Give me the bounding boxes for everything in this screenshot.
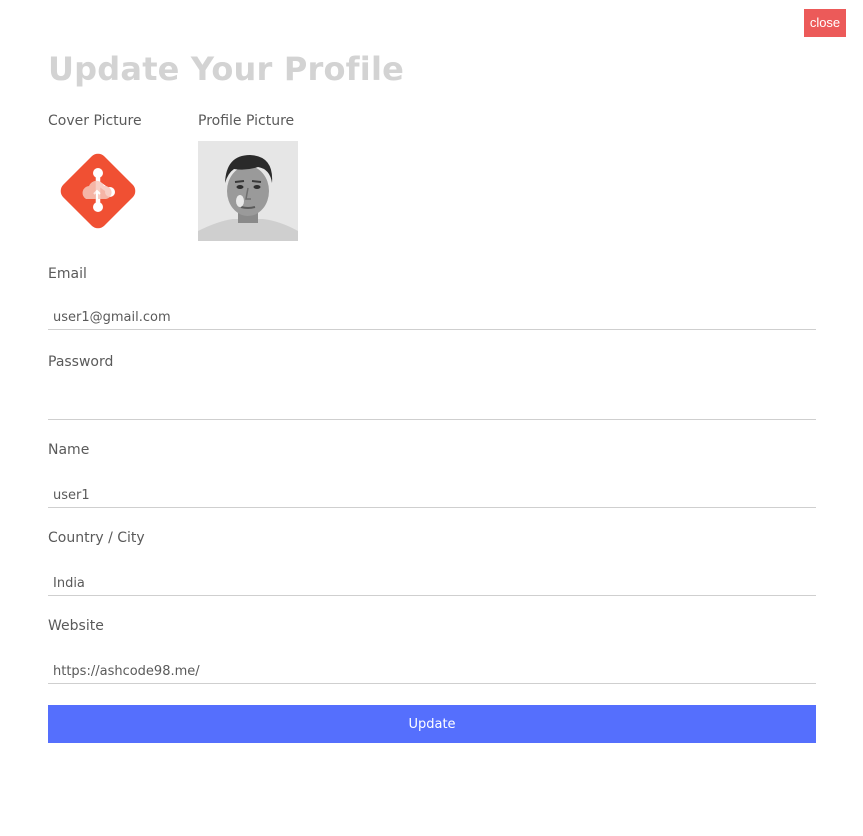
user-portrait-photo [198,141,298,241]
close-button[interactable]: close [804,9,846,37]
password-field[interactable] [48,396,816,420]
email-label: Email [48,266,87,282]
website-field[interactable] [48,660,816,684]
password-label: Password [48,354,114,370]
update-profile-page: close Update Your Profile Cover Picture … [0,0,863,836]
country-city-label: Country / City [48,530,145,546]
update-button[interactable]: Update [48,705,816,743]
profile-picture-label: Profile Picture [198,113,295,129]
cover-picture[interactable] [48,141,148,241]
git-logo-icon [60,153,136,229]
page-title: Update Your Profile [48,50,405,88]
cover-picture-label: Cover Picture [48,113,142,129]
profile-picture[interactable] [198,141,298,241]
name-label: Name [48,442,90,458]
name-field[interactable] [48,484,816,508]
email-field[interactable] [48,306,816,330]
website-label: Website [48,618,104,634]
country-city-field[interactable] [48,572,816,596]
